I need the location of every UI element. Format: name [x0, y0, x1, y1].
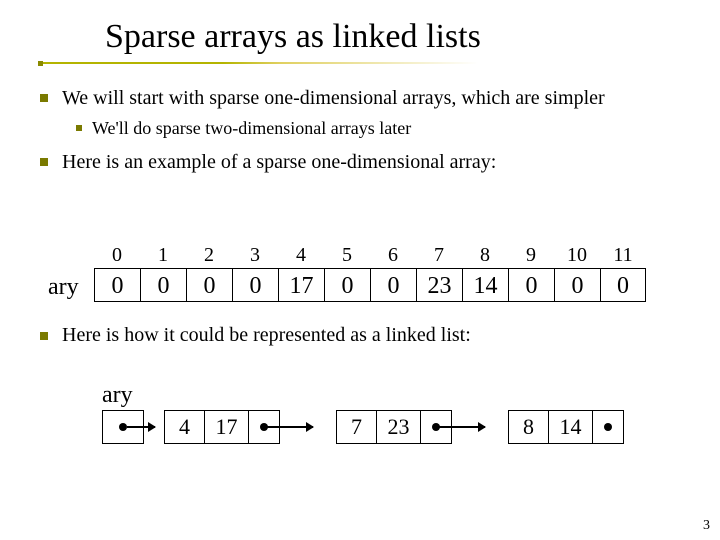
- linked-list-label: ary: [102, 382, 133, 409]
- bullet-icon: [40, 332, 48, 340]
- array-index: 10: [554, 244, 600, 268]
- bullet-1a-text: We'll do sparse two-dimensional arrays l…: [92, 117, 680, 140]
- array-cell: 0: [370, 268, 416, 302]
- array-cell: 0: [554, 268, 600, 302]
- slide: Sparse arrays as linked lists We will st…: [0, 0, 720, 540]
- array-index: 8: [462, 244, 508, 268]
- node-pointer: [592, 410, 624, 444]
- node-index: 8: [508, 410, 548, 444]
- array-index: 11: [600, 244, 646, 268]
- bullet-icon: [40, 158, 48, 166]
- bullet-1-text: We will start with sparse one-dimensiona…: [62, 86, 680, 111]
- array-index: 6: [370, 244, 416, 268]
- linked-list-node: 4 17: [164, 410, 280, 444]
- array-cell: 0: [600, 268, 646, 302]
- content-area: We will start with sparse one-dimensiona…: [40, 86, 680, 179]
- bullet-1a: We'll do sparse two-dimensional arrays l…: [76, 117, 680, 140]
- arrow-icon: [439, 426, 485, 428]
- array-index: 9: [508, 244, 554, 268]
- array-index-row: 0 1 2 3 4 5 6 7 8 9 10 11: [94, 244, 646, 268]
- pointer-dot-icon: [119, 423, 127, 431]
- array-cell: 0: [186, 268, 232, 302]
- page-number: 3: [703, 518, 710, 534]
- bullet-1: We will start with sparse one-dimensiona…: [40, 86, 680, 111]
- node-pointer: [420, 410, 452, 444]
- array-index: 1: [140, 244, 186, 268]
- array-grid: 0 1 2 3 4 5 6 7 8 9 10 11 0 0 0 0 17 0 0: [94, 244, 646, 302]
- slide-title: Sparse arrays as linked lists: [105, 18, 481, 56]
- node-index: 4: [164, 410, 204, 444]
- node-value: 23: [376, 410, 420, 444]
- bullet-icon: [40, 94, 48, 102]
- node-value: 14: [548, 410, 592, 444]
- array-cell: 23: [416, 268, 462, 302]
- linked-list-node: 8 14: [508, 410, 624, 444]
- title-underline: [38, 62, 478, 64]
- bullet-2-text: Here is an example of a sparse one-dimen…: [62, 150, 680, 175]
- node-value: 17: [204, 410, 248, 444]
- title-underline-dot: [38, 61, 43, 66]
- array-label: ary: [48, 274, 79, 301]
- array-cell: 0: [324, 268, 370, 302]
- array-cell: 14: [462, 268, 508, 302]
- bullet-3: Here is how it could be represented as a…: [40, 324, 680, 347]
- array-index: 3: [232, 244, 278, 268]
- linked-list-head: [102, 410, 144, 444]
- array-index: 4: [278, 244, 324, 268]
- array-cell: 0: [140, 268, 186, 302]
- array-cell: 17: [278, 268, 324, 302]
- linked-list-node: 7 23: [336, 410, 452, 444]
- array-cell: 0: [508, 268, 554, 302]
- bullet-3-text: Here is how it could be represented as a…: [62, 324, 680, 347]
- array-cell: 0: [232, 268, 278, 302]
- array-index: 2: [186, 244, 232, 268]
- pointer-dot-icon: [604, 423, 612, 431]
- arrow-icon: [267, 426, 313, 428]
- arrow-icon: [127, 426, 155, 428]
- node-pointer: [248, 410, 280, 444]
- array-index: 5: [324, 244, 370, 268]
- bullet-2: Here is an example of a sparse one-dimen…: [40, 150, 680, 175]
- array-cell: 0: [94, 268, 140, 302]
- array-index: 0: [94, 244, 140, 268]
- node-index: 7: [336, 410, 376, 444]
- bullet-icon: [76, 125, 82, 131]
- array-index: 7: [416, 244, 462, 268]
- array-value-row: 0 0 0 0 17 0 0 23 14 0 0 0: [94, 268, 646, 302]
